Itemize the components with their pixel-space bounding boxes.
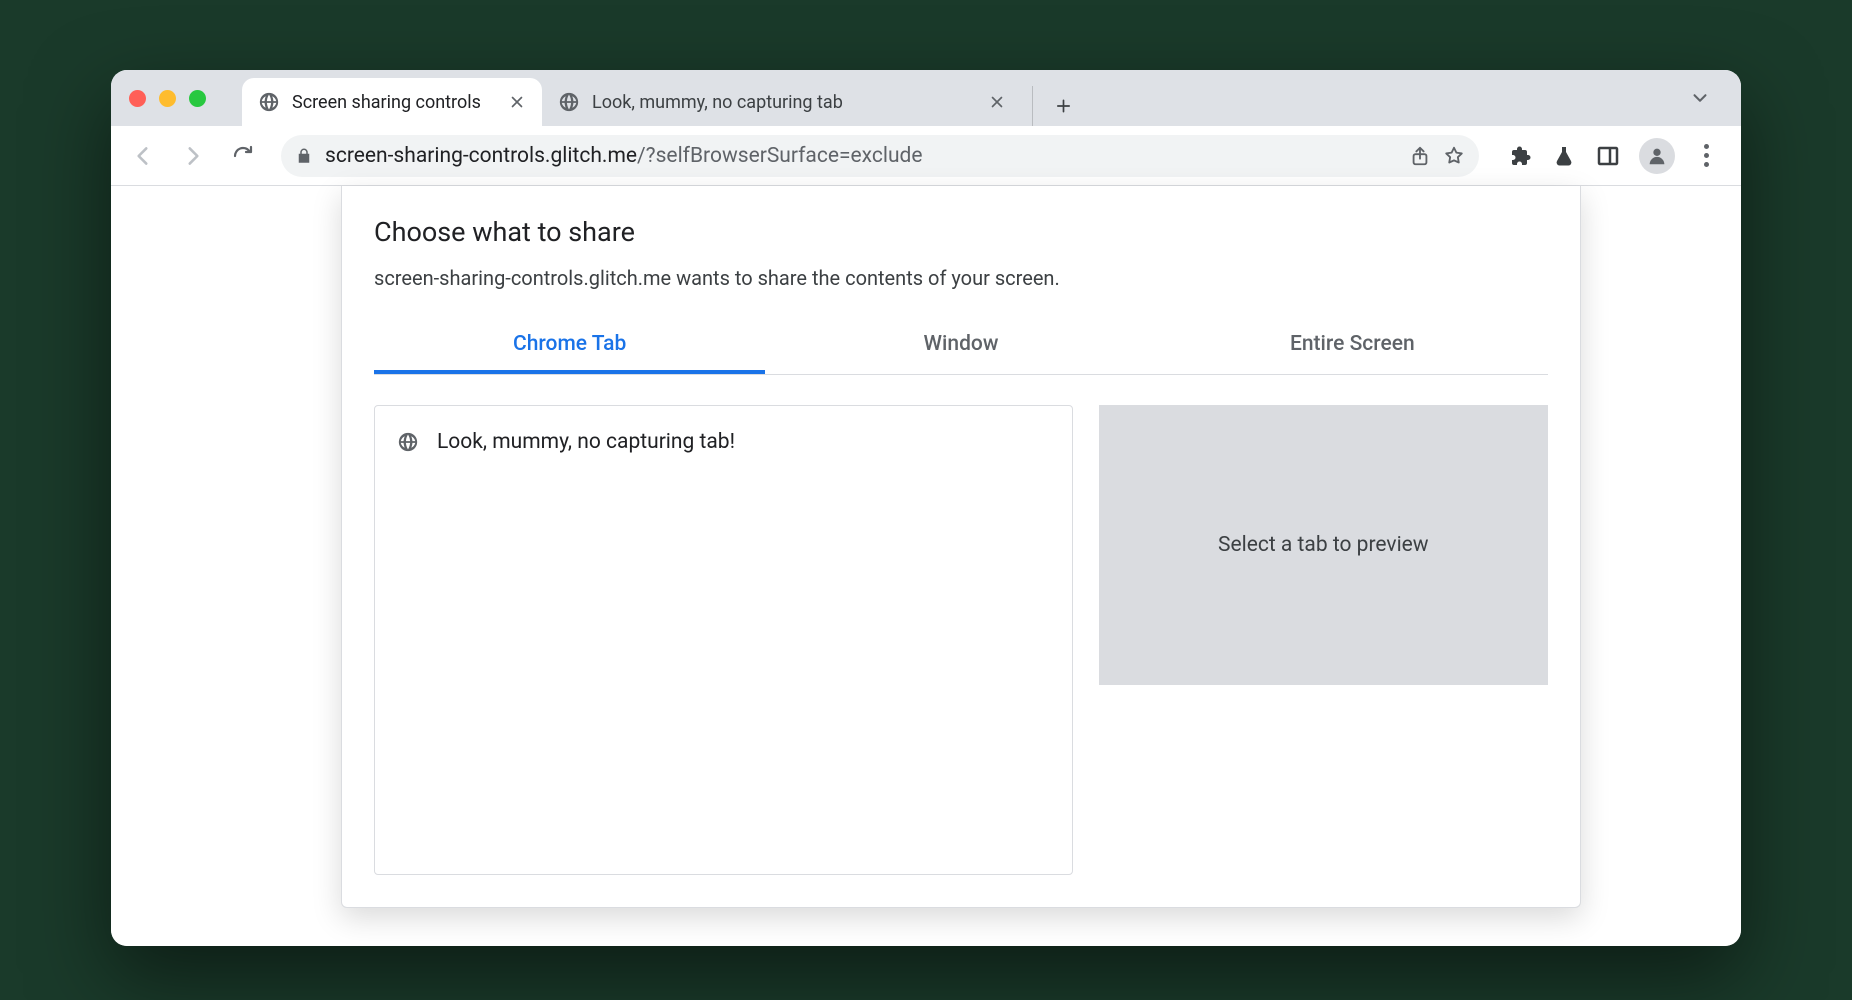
window-close-button[interactable] <box>129 90 146 107</box>
url-host: screen-sharing-controls.glitch.me <box>325 144 637 168</box>
window-maximize-button[interactable] <box>189 90 206 107</box>
close-icon[interactable] <box>988 93 1006 111</box>
extensions-icon[interactable] <box>1507 143 1533 169</box>
shareable-tab-title: Look, mummy, no capturing tab! <box>437 430 735 454</box>
dialog-tab-entire-screen[interactable]: Entire Screen <box>1157 324 1548 374</box>
toolbar: screen-sharing-controls.glitch.me/?selfB… <box>111 126 1741 186</box>
shareable-tab-list: Look, mummy, no capturing tab! <box>374 405 1073 875</box>
dialog-subtitle: screen-sharing-controls.glitch.me wants … <box>374 266 1548 290</box>
browser-window: Screen sharing controls Look, mummy, no … <box>111 70 1741 946</box>
flask-icon[interactable] <box>1551 143 1577 169</box>
screen-share-dialog: Choose what to share screen-sharing-cont… <box>341 186 1581 908</box>
dialog-tabstrip: Chrome Tab Window Entire Screen <box>374 324 1548 375</box>
bookmark-star-icon[interactable] <box>1443 145 1465 167</box>
window-minimize-button[interactable] <box>159 90 176 107</box>
browser-tab[interactable]: Look, mummy, no capturing tab <box>542 78 1022 126</box>
new-tab-button[interactable] <box>1032 86 1072 126</box>
share-icon[interactable] <box>1409 145 1431 167</box>
tab-search-button[interactable] <box>1689 87 1723 109</box>
dialog-tab-window[interactable]: Window <box>765 324 1156 374</box>
browser-tab-title: Look, mummy, no capturing tab <box>592 92 976 113</box>
reload-button[interactable] <box>223 136 263 176</box>
globe-icon <box>258 91 280 113</box>
lock-icon <box>295 147 313 165</box>
profile-avatar[interactable] <box>1639 138 1675 174</box>
url-path: /?selfBrowserSurface=exclude <box>637 144 923 168</box>
menu-button[interactable] <box>1693 143 1719 169</box>
close-icon[interactable] <box>508 93 526 111</box>
tab-bar: Screen sharing controls Look, mummy, no … <box>111 70 1741 126</box>
toolbar-actions <box>1497 138 1729 174</box>
preview-placeholder: Select a tab to preview <box>1099 405 1548 685</box>
globe-icon <box>558 91 580 113</box>
browser-tab-active[interactable]: Screen sharing controls <box>242 78 542 126</box>
window-controls <box>129 90 206 107</box>
address-bar[interactable]: screen-sharing-controls.glitch.me/?selfB… <box>281 135 1479 177</box>
browser-tab-title: Screen sharing controls <box>292 92 496 113</box>
dialog-body: Look, mummy, no capturing tab! Select a … <box>374 405 1548 875</box>
panel-icon[interactable] <box>1595 143 1621 169</box>
dialog-tab-chrome-tab[interactable]: Chrome Tab <box>374 324 765 374</box>
globe-icon <box>397 431 419 453</box>
shareable-tab-item[interactable]: Look, mummy, no capturing tab! <box>375 422 1072 462</box>
browser-tabs: Screen sharing controls Look, mummy, no … <box>242 70 1072 126</box>
forward-button[interactable] <box>173 136 213 176</box>
preview-pane: Select a tab to preview <box>1099 405 1548 875</box>
back-button[interactable] <box>123 136 163 176</box>
kebab-icon <box>1704 144 1709 167</box>
url-text: screen-sharing-controls.glitch.me/?selfB… <box>325 144 1397 168</box>
dialog-title: Choose what to share <box>374 216 1548 248</box>
page-content: Choose what to share screen-sharing-cont… <box>111 186 1741 946</box>
